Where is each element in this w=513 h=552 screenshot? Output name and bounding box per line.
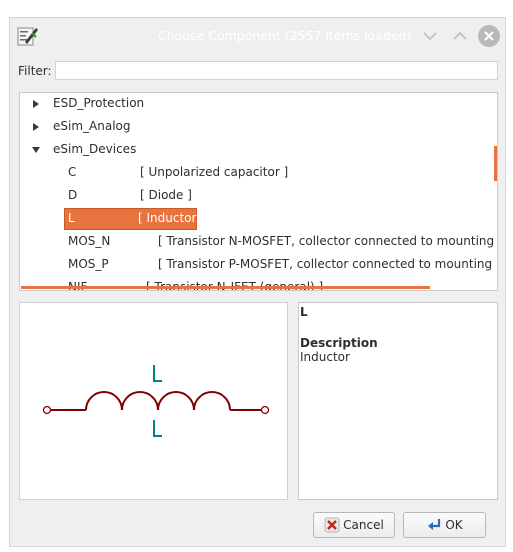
component-description: [ Transistor N-MOSFET, collector connect… [158, 234, 497, 248]
tree-component-row[interactable]: D [ Diode ] [20, 185, 497, 208]
info-description-value: Inductor [300, 350, 350, 364]
app-icon [17, 27, 38, 46]
close-button[interactable] [478, 25, 500, 47]
tree-component-row[interactable]: MOS_P [ Transistor P-MOSFET, collector c… [20, 254, 497, 277]
chevron-up-icon [453, 31, 467, 40]
tree-library-row[interactable]: eSim_Devices [20, 139, 497, 162]
cancel-button[interactable]: Cancel [313, 512, 395, 538]
component-description: [ Inductor ] [138, 211, 205, 225]
horizontal-scrollbar[interactable] [21, 286, 430, 289]
cancel-button-label: Cancel [343, 518, 384, 532]
library-label: ESD_Protection [53, 96, 145, 110]
component-name: MOS_P [68, 257, 109, 271]
filter-label: Filter: [18, 64, 52, 78]
component-name: MOS_N [68, 234, 111, 248]
window-title: Choose Component (2557 items loaded) [158, 28, 412, 43]
info-component-name: L [300, 305, 308, 319]
component-name: C [68, 165, 77, 179]
expand-arrow-icon[interactable] [32, 100, 40, 108]
info-description-heading: Description [300, 336, 378, 350]
vertical-scrollbar[interactable] [494, 146, 497, 181]
ok-arrow-icon [428, 519, 441, 530]
component-description: [ Diode ] [140, 188, 192, 202]
tree-component-row[interactable]: C [ Unpolarized capacitor ] [20, 162, 497, 185]
component-info-panel: L Description Inductor [298, 302, 498, 500]
choose-component-dialog: Choose Component (2557 items loaded) Fil… [9, 17, 506, 547]
minimize-button[interactable] [420, 26, 440, 46]
component-tree[interactable]: ESD_Protection eSim_Analog eSim_Devices … [19, 92, 498, 291]
component-description: [ Unpolarized capacitor ] [140, 165, 289, 179]
component-name: L [68, 211, 75, 225]
component-description: [ Transistor P-MOSFET, collector connect… [158, 257, 497, 271]
expand-arrow-icon[interactable] [32, 123, 40, 131]
tree-component-row-selected[interactable]: L [ Inductor ] [20, 208, 497, 231]
maximize-button[interactable] [450, 26, 470, 46]
symbol-preview [19, 302, 288, 500]
inductor-symbol [42, 365, 270, 437]
library-label: eSim_Analog [53, 119, 131, 133]
title-bar[interactable]: Choose Component (2557 items loaded) [10, 18, 505, 55]
component-name: D [68, 188, 78, 202]
collapse-arrow-icon[interactable] [32, 146, 40, 154]
ok-button[interactable]: OK [403, 512, 486, 538]
chevron-down-icon [423, 32, 437, 41]
filter-input[interactable] [55, 61, 498, 80]
ok-button-label: OK [445, 518, 463, 532]
library-label: eSim_Devices [53, 142, 137, 156]
tree-library-row[interactable]: ESD_Protection [20, 93, 497, 116]
close-icon [484, 31, 494, 41]
tree-library-row[interactable]: eSim_Analog [20, 116, 497, 139]
tree-component-row[interactable]: MOS_N [ Transistor N-MOSFET, collector c… [20, 231, 497, 254]
cancel-x-icon [324, 517, 340, 533]
